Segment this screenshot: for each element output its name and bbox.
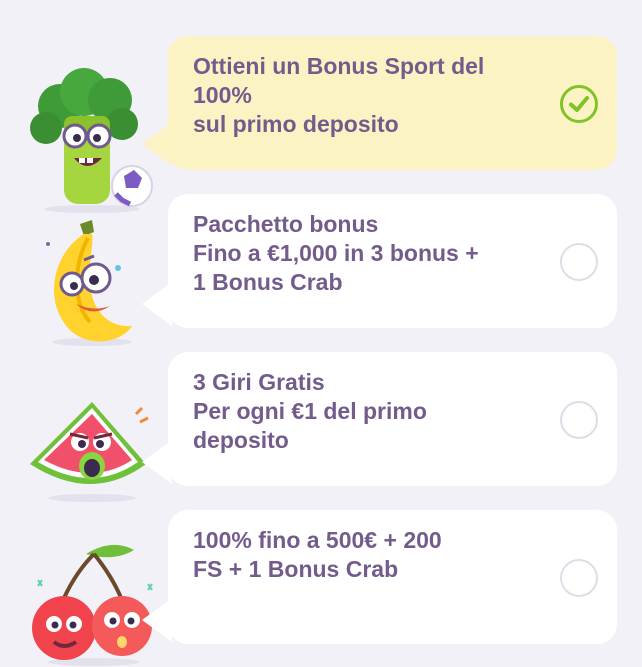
bonus-text-line: 1 Bonus Crab [193, 269, 343, 295]
bonus-option-sport[interactable]: Ottieni un Bonus Sport del 100% sul prim… [0, 36, 642, 213]
bonus-bubble-sport[interactable]: Ottieni un Bonus Sport del 100% sul prim… [142, 36, 617, 170]
bubble-tail [142, 598, 172, 642]
bonus-bubble-crab[interactable]: 100% fino a 500€ + 200 FS + 1 Bonus Crab [142, 510, 617, 644]
bonus-text-line: Per ogni €1 del primo [193, 398, 427, 424]
radio-unselected[interactable] [560, 559, 598, 597]
cherries-icon [32, 544, 153, 666]
bonus-text-line: 100% [193, 82, 252, 108]
watermelon-icon [30, 402, 149, 502]
bonus-option-package[interactable]: Pacchetto bonus Fino a €1,000 in 3 bonus… [0, 194, 642, 346]
bonus-option-crab[interactable]: 100% fino a 500€ + 200 FS + 1 Bonus Crab [0, 510, 642, 666]
bonus-selection-page: { "options": [ { "mascot": "broccoli-wit… [0, 0, 642, 667]
bonus-text-line: Pacchetto bonus [193, 211, 379, 237]
bonus-description: 3 Giri Gratis Per ogni €1 del primo depo… [193, 368, 537, 455]
bonus-description: Pacchetto bonus Fino a €1,000 in 3 bonus… [193, 210, 537, 297]
bonus-option-free-spins[interactable]: 3 Giri Gratis Per ogni €1 del primo depo… [0, 352, 642, 502]
bonus-bubble-free-spins[interactable]: 3 Giri Gratis Per ogni €1 del primo depo… [142, 352, 617, 486]
bonus-description: 100% fino a 500€ + 200 FS + 1 Bonus Crab [193, 526, 537, 584]
bonus-text-line: FS + 1 Bonus Crab [193, 556, 399, 582]
radio-unselected[interactable] [560, 401, 598, 439]
check-icon [569, 96, 589, 112]
bonus-text-line: Fino a €1,000 in 3 bonus + [193, 240, 479, 266]
bonus-text-line: deposito [193, 427, 289, 453]
bonus-text-line: 3 Giri Gratis [193, 369, 325, 395]
bonus-text-line: 100% fino a 500€ + 200 [193, 527, 442, 553]
bubble-tail [142, 122, 172, 166]
radio-unselected[interactable] [560, 243, 598, 281]
bonus-text-line: sul primo deposito [193, 111, 399, 137]
bubble-tail [142, 282, 172, 326]
banana-icon [46, 220, 132, 346]
bonus-bubble-package[interactable]: Pacchetto bonus Fino a €1,000 in 3 bonus… [142, 194, 617, 328]
bubble-tail [142, 440, 172, 484]
radio-selected-check-icon[interactable] [560, 85, 598, 123]
bonus-text-line: Ottieni un Bonus Sport del [193, 53, 485, 79]
bonus-description: Ottieni un Bonus Sport del 100% sul prim… [193, 52, 537, 139]
